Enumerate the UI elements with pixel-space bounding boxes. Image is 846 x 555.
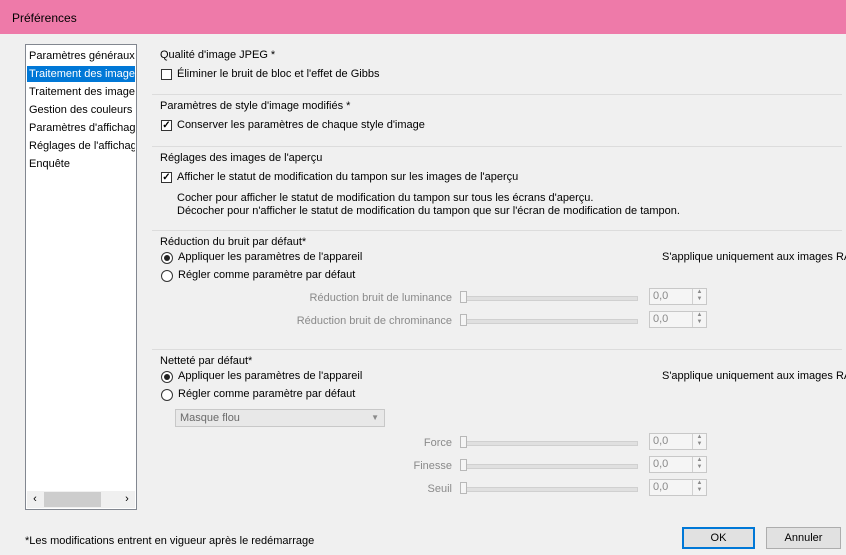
noise-set-default-label: Régler comme paramètre par défaut: [178, 269, 356, 281]
chevron-right-icon[interactable]: ›: [120, 492, 134, 507]
restart-note: *Les modifications entrent en vigueur ap…: [25, 535, 315, 547]
sidebar-item-color-management[interactable]: Gestion des couleurs: [27, 102, 135, 118]
chrominance-spinbox[interactable]: 0,0 ▲ ▼: [649, 311, 707, 328]
strength-value: 0,0: [653, 435, 669, 447]
sidebar-horizontal-scrollbar[interactable]: ‹ ›: [27, 491, 135, 508]
settings-panel: Qualité d'image JPEG * Éliminer le bruit…: [152, 44, 846, 516]
keep-style-checkbox-label: Conserver les paramètres de chaque style…: [177, 119, 425, 131]
group-title: Paramètres de style d'image modifiés *: [160, 100, 351, 112]
noise-set-default-radio[interactable]: [161, 270, 173, 282]
spin-arrows-icon[interactable]: ▲ ▼: [692, 480, 706, 495]
sharpness-group: Netteté par défaut* Appliquer les paramè…: [152, 349, 846, 517]
preview-settings-group: Réglages des images de l'aperçu ✓ Affich…: [152, 146, 842, 219]
strength-label: Force: [423, 437, 452, 449]
sharpness-apply-camera-label: Appliquer les paramètres de l'appareil: [178, 370, 363, 382]
noise-apply-camera-label: Appliquer les paramètres de l'appareil: [178, 251, 363, 263]
scrollbar-thumb[interactable]: [44, 492, 101, 507]
keep-style-checkbox[interactable]: ✓: [161, 120, 172, 131]
threshold-slider[interactable]: [462, 487, 638, 492]
chrominance-slider-thumb[interactable]: [460, 314, 467, 326]
chrominance-slider[interactable]: [462, 319, 638, 324]
spin-arrows-icon[interactable]: ▲ ▼: [692, 312, 706, 327]
luminance-slider[interactable]: [462, 296, 638, 301]
threshold-label: Seuil: [427, 483, 452, 495]
luminance-slider-thumb[interactable]: [460, 291, 467, 303]
fineness-value: 0,0: [653, 458, 669, 470]
fineness-slider[interactable]: [462, 464, 638, 469]
fineness-label: Finesse: [413, 460, 452, 472]
gibbs-checkbox[interactable]: [161, 69, 172, 80]
preview-description-line-1: Cocher pour afficher le statut de modifi…: [177, 192, 594, 204]
category-list[interactable]: Paramètres généraux Traitement des image…: [25, 44, 137, 510]
cancel-button[interactable]: Annuler: [766, 527, 841, 549]
spin-arrows-icon[interactable]: ▲ ▼: [692, 434, 706, 449]
jpeg-quality-group: Qualité d'image JPEG * Éliminer le bruit…: [152, 44, 842, 88]
noise-reduction-group: Réduction du bruit par défaut* Appliquer…: [152, 230, 846, 349]
sharpness-mode-value: Masque flou: [180, 412, 240, 424]
luminance-value: 0,0: [653, 290, 669, 302]
sidebar-item-survey[interactable]: Enquête: [27, 156, 135, 172]
sharpness-mode-dropdown[interactable]: Masque flou ▼: [175, 409, 385, 427]
threshold-slider-thumb[interactable]: [460, 482, 467, 494]
group-title: Netteté par défaut*: [160, 355, 253, 367]
threshold-value: 0,0: [653, 481, 669, 493]
noise-raw-note: S'applique uniquement aux images RAW: [662, 251, 846, 263]
strength-slider[interactable]: [462, 441, 638, 446]
stamp-status-checkbox[interactable]: ✓: [161, 172, 172, 183]
group-title: Qualité d'image JPEG *: [160, 49, 276, 61]
sidebar-item-image-processing-2[interactable]: Traitement des images: [27, 84, 135, 100]
fineness-spinbox[interactable]: 0,0 ▲ ▼: [649, 456, 707, 473]
spin-arrows-icon[interactable]: ▲ ▼: [692, 289, 706, 304]
ok-button[interactable]: OK: [682, 527, 755, 549]
strength-spinbox[interactable]: 0,0 ▲ ▼: [649, 433, 707, 450]
stamp-status-checkbox-label: Afficher le statut de modification du ta…: [177, 171, 519, 183]
luminance-label: Réduction bruit de luminance: [309, 292, 452, 304]
preview-description-line-2: Décocher pour n'afficher le statut de mo…: [177, 205, 680, 217]
chevron-down-icon: ▼: [371, 413, 379, 422]
noise-apply-camera-radio[interactable]: [161, 252, 173, 264]
sidebar-item-display-settings[interactable]: Paramètres d'affichage: [27, 120, 135, 136]
spin-arrows-icon[interactable]: ▲ ▼: [692, 457, 706, 472]
sharpness-set-default-label: Régler comme paramètre par défaut: [178, 388, 356, 400]
strength-slider-thumb[interactable]: [460, 436, 467, 448]
sidebar-item-image-processing[interactable]: Traitement des images: [27, 66, 135, 82]
sharpness-apply-camera-radio[interactable]: [161, 371, 173, 383]
luminance-spinbox[interactable]: 0,0 ▲ ▼: [649, 288, 707, 305]
window-title: Préférences: [12, 11, 77, 25]
chevron-left-icon[interactable]: ‹: [28, 492, 42, 507]
threshold-spinbox[interactable]: 0,0 ▲ ▼: [649, 479, 707, 496]
sidebar-item-view-settings[interactable]: Réglages de l'affichage: [27, 138, 135, 154]
chrominance-label: Réduction bruit de chrominance: [296, 315, 452, 327]
sharpness-set-default-radio[interactable]: [161, 389, 173, 401]
window-titlebar: Préférences: [0, 0, 846, 34]
style-params-group: Paramètres de style d'image modifiés * ✓…: [152, 94, 842, 139]
fineness-slider-thumb[interactable]: [460, 459, 467, 471]
group-title: Réduction du bruit par défaut*: [160, 236, 307, 248]
sharpness-raw-note: S'applique uniquement aux images RAW: [662, 370, 846, 382]
sidebar-item-general[interactable]: Paramètres généraux: [27, 48, 135, 64]
gibbs-checkbox-label: Éliminer le bruit de bloc et l'effet de …: [177, 68, 380, 80]
group-title: Réglages des images de l'aperçu: [160, 152, 323, 164]
chrominance-value: 0,0: [653, 313, 669, 325]
